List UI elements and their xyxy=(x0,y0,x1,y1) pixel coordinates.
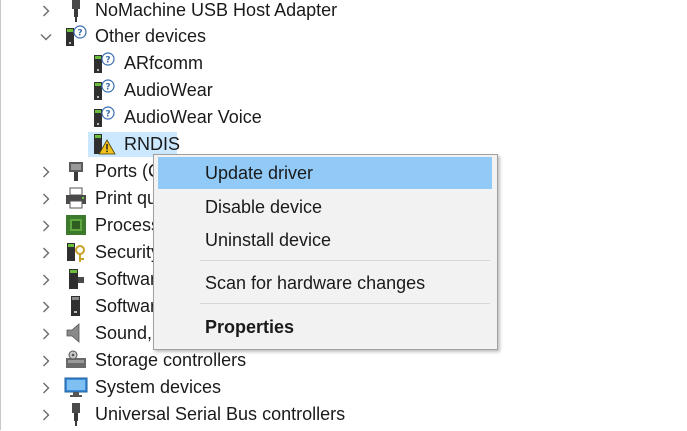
tree-item-storage-controllers[interactable]: Storage controllers xyxy=(0,347,687,374)
chevron-right-icon[interactable] xyxy=(39,320,53,347)
chevron-right-icon[interactable] xyxy=(39,158,53,185)
software-component-icon xyxy=(64,267,88,291)
unknown-device-icon: ? xyxy=(92,105,116,129)
unknown-device-icon: ? xyxy=(92,51,116,75)
menu-item-label: Disable device xyxy=(205,196,323,217)
menu-item-label: Scan for hardware changes xyxy=(205,272,426,293)
tree-item-nomachine-usb-host-adapter[interactable]: NoMachine USB Host Adapter xyxy=(0,0,687,24)
tree-item-label: Process xyxy=(95,215,161,235)
tree-item-label: Print qu xyxy=(95,188,158,208)
tree-item-system-devices[interactable]: System devices xyxy=(0,374,687,401)
menu-item-properties[interactable]: Properties xyxy=(158,311,492,343)
menu-item-disable-device[interactable]: Disable device xyxy=(158,191,492,223)
context-menu: Update driver Disable device Uninstall d… xyxy=(153,154,498,350)
menu-item-label: Uninstall device xyxy=(205,229,332,250)
tree-item-label: System devices xyxy=(95,377,222,397)
svg-text:?: ? xyxy=(77,29,82,39)
menu-item-label: Update driver xyxy=(205,162,314,183)
chevron-right-icon[interactable] xyxy=(39,239,53,266)
tree-item-label: AudioWear Voice xyxy=(124,107,262,127)
tree-item-label: Softwar xyxy=(95,296,157,316)
chevron-right-icon[interactable] xyxy=(39,401,53,428)
software-device-icon xyxy=(64,294,88,318)
tree-item-audiowear-voice[interactable]: ? AudioWear Voice xyxy=(0,104,687,131)
chevron-right-icon[interactable] xyxy=(39,347,53,374)
tree-item-audiowear[interactable]: ? AudioWear xyxy=(0,77,687,104)
chevron-right-icon[interactable] xyxy=(39,0,53,24)
svg-text:?: ? xyxy=(105,56,110,66)
svg-text:?: ? xyxy=(105,110,110,120)
system-devices-icon xyxy=(64,375,88,399)
printer-icon xyxy=(64,186,88,210)
usb-plug-icon xyxy=(64,0,88,22)
chevron-down-icon[interactable] xyxy=(39,23,53,50)
tree-item-label: Universal Serial Bus controllers xyxy=(95,404,346,424)
tree-item-label: RNDIS xyxy=(124,134,181,154)
menu-item-uninstall-device[interactable]: Uninstall device xyxy=(158,224,492,256)
chevron-right-icon[interactable] xyxy=(39,266,53,293)
tree-item-label: Ports (C xyxy=(95,161,162,181)
tree-item-label: Other devices xyxy=(95,26,207,46)
svg-text:?: ? xyxy=(105,83,110,93)
chevron-right-icon[interactable] xyxy=(39,185,53,212)
speaker-icon xyxy=(64,321,88,345)
tree-item-label: NoMachine USB Host Adapter xyxy=(95,0,338,20)
tree-item-other-devices[interactable]: ? Other devices xyxy=(0,23,687,50)
port-icon xyxy=(64,159,88,183)
usb-plug-icon xyxy=(64,402,88,426)
unknown-device-icon: ? xyxy=(64,24,88,48)
security-device-icon xyxy=(64,240,88,264)
menu-item-update-driver[interactable]: Update driver xyxy=(158,157,492,189)
tree-item-label: Softwar xyxy=(95,269,157,289)
warning-device-icon xyxy=(92,132,116,156)
chevron-right-icon[interactable] xyxy=(39,212,53,239)
tree-item-label: Security xyxy=(95,242,161,262)
chevron-right-icon[interactable] xyxy=(39,293,53,320)
menu-separator xyxy=(200,303,490,304)
menu-item-label: Properties xyxy=(205,316,295,337)
tree-item-label: Sound, xyxy=(95,323,153,343)
unknown-device-icon: ? xyxy=(92,78,116,102)
storage-controller-icon xyxy=(64,348,88,372)
tree-item-label: AudioWear xyxy=(124,80,213,100)
processor-icon xyxy=(64,213,88,237)
tree-item-label: Storage controllers xyxy=(95,350,247,370)
tree-item-arfcomm[interactable]: ? ARfcomm xyxy=(0,50,687,77)
menu-item-scan-hardware-changes[interactable]: Scan for hardware changes xyxy=(158,267,492,299)
menu-separator xyxy=(200,260,490,261)
chevron-right-icon[interactable] xyxy=(39,374,53,401)
tree-item-label: ARfcomm xyxy=(124,53,204,73)
tree-item-usb-controllers[interactable]: Universal Serial Bus controllers xyxy=(0,401,687,428)
